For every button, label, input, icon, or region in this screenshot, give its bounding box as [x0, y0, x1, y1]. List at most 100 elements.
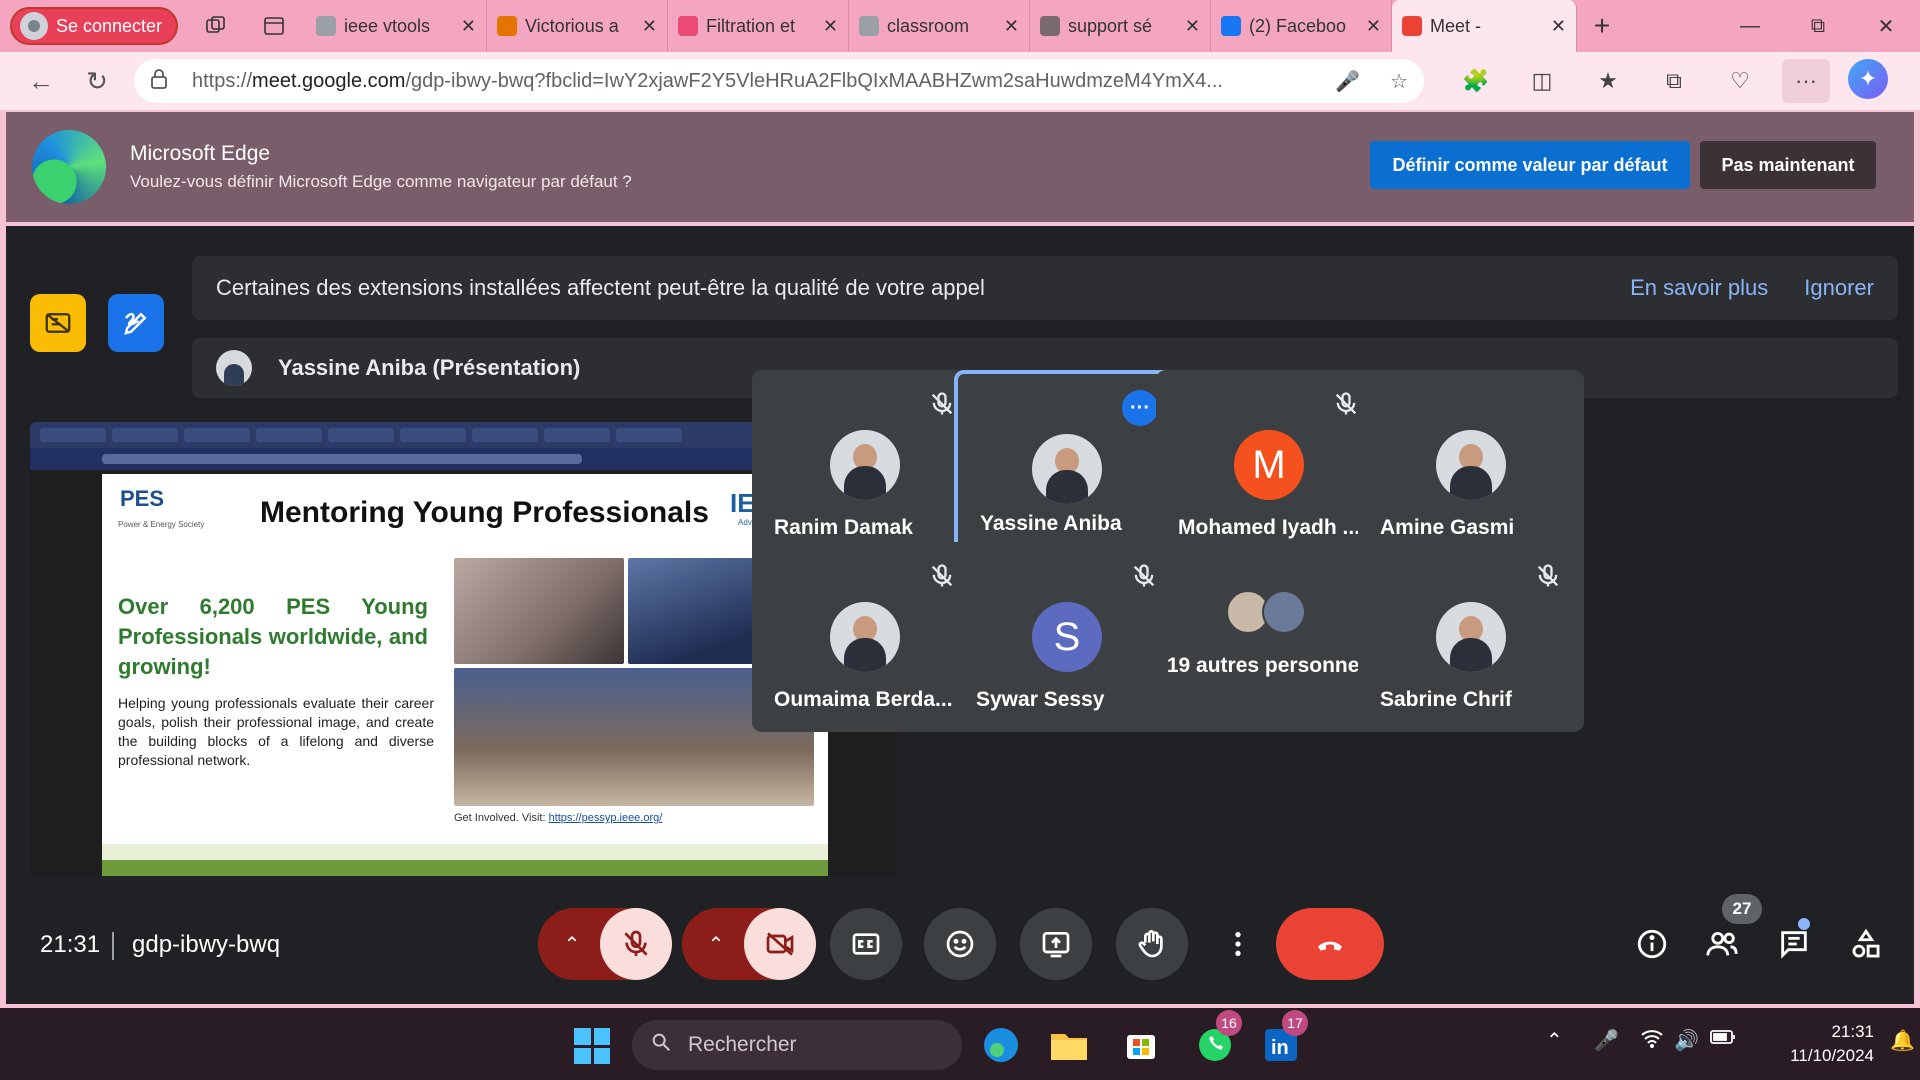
emoji-reaction-button[interactable]	[924, 908, 996, 980]
tile-options-icon[interactable]: ···	[1122, 390, 1158, 426]
browser-tab[interactable]: support sé ✕	[1030, 0, 1211, 52]
close-tab-icon[interactable]: ✕	[1004, 16, 1019, 37]
close-tab-icon[interactable]: ✕	[642, 16, 657, 37]
close-tab-icon[interactable]: ✕	[461, 16, 476, 37]
favorites-icon[interactable]: ★	[1584, 59, 1632, 103]
taskbar-search[interactable]: Rechercher	[632, 1020, 962, 1070]
chat-notification-dot	[1798, 918, 1810, 930]
url-field[interactable]: https://meet.google.com/gdp-ibwy-bwq?fbc…	[134, 59, 1424, 103]
notification-bell-icon[interactable]: 🔔	[1890, 1028, 1915, 1053]
participant-name: Ranim Damak	[774, 516, 913, 539]
clock-date: 11/10/2024	[1790, 1046, 1874, 1065]
tab-title: Filtration et	[706, 15, 796, 36]
profile-button[interactable]: Se connecter	[10, 7, 178, 45]
collections-icon[interactable]: ⧉	[1650, 59, 1698, 103]
back-arrow-icon[interactable]: ←	[18, 58, 64, 104]
warning-message: Certaines des extensions installées affe…	[216, 275, 985, 300]
participant-tile[interactable]: S Sywar Sessy	[954, 542, 1180, 732]
close-tab-icon[interactable]: ✕	[1366, 16, 1381, 37]
slide-body: Helping young professionals evaluate the…	[118, 695, 434, 768]
browser-tab-strip: Se connecter ieee vtools ✕ Victorious a ✕ Fi…	[0, 0, 1920, 52]
tab-actions-icon[interactable]	[254, 6, 294, 46]
tab-title: Victorious a	[525, 15, 619, 36]
workspaces-icon[interactable]	[196, 6, 236, 46]
participant-name: Sywar Sessy	[976, 688, 1105, 711]
browser-tab[interactable]: ieee vtools ✕	[306, 0, 487, 52]
camera-off-button[interactable]	[744, 908, 816, 980]
participant-avatar	[830, 602, 900, 672]
not-now-button[interactable]: Pas maintenant	[1700, 141, 1876, 189]
chat-icon[interactable]	[1768, 918, 1820, 970]
activities-icon[interactable]	[1840, 918, 1892, 970]
participant-tile[interactable]: Ranim Damak	[752, 370, 978, 560]
extensions-icon[interactable]: 🧩	[1452, 59, 1500, 103]
camera-off-indicator-icon[interactable]	[30, 294, 86, 352]
tab-title: (2) Faceboo	[1249, 15, 1347, 36]
search-icon	[859, 16, 879, 36]
browser-tab[interactable]: Victorious a ✕	[487, 0, 668, 52]
participant-tile[interactable]: M Mohamed Iyadh ...	[1156, 370, 1382, 560]
raise-hand-button[interactable]	[1116, 908, 1188, 980]
captions-button[interactable]	[830, 908, 902, 980]
restore-button[interactable]: ⧉	[1784, 0, 1852, 52]
split-screen-icon[interactable]: ◫	[1518, 59, 1566, 103]
reload-icon[interactable]: ↻	[74, 58, 120, 104]
browser-tab[interactable]: (2) Faceboo ✕	[1211, 0, 1392, 52]
camera-control: ⌃	[682, 908, 816, 980]
meeting-info-icon[interactable]	[1626, 918, 1678, 970]
search-icon	[316, 16, 336, 36]
more-options-button[interactable]	[1214, 908, 1262, 980]
audio-options-chevron-icon[interactable]: ⌃	[552, 908, 592, 980]
new-tab-button[interactable]: +	[1577, 10, 1627, 42]
paint-icon	[497, 16, 517, 36]
slide-title: Mentoring Young Professionals	[260, 496, 709, 529]
participant-tile[interactable]: Sabrine Chrif	[1358, 542, 1584, 732]
learn-more-link[interactable]: En savoir plus	[1630, 275, 1768, 301]
close-tab-icon[interactable]: ✕	[823, 16, 838, 37]
close-tab-icon[interactable]: ✕	[1551, 16, 1566, 37]
microphone-icon[interactable]: 🎤	[1335, 69, 1360, 94]
wifi-icon[interactable]	[1640, 1028, 1664, 1054]
app-icon	[678, 16, 698, 36]
minimize-button[interactable]: —	[1716, 0, 1784, 52]
more-menu-icon[interactable]: ···	[1782, 59, 1830, 103]
leave-call-button[interactable]	[1276, 908, 1384, 980]
participant-tile[interactable]: Amine Gasmi	[1358, 370, 1584, 560]
start-button[interactable]	[574, 1028, 610, 1064]
file-explorer-icon[interactable]	[1044, 1020, 1094, 1070]
tab-title: support sé	[1068, 15, 1153, 36]
dismiss-link[interactable]: Ignorer	[1804, 275, 1874, 301]
present-screen-button[interactable]	[1020, 908, 1092, 980]
close-window-button[interactable]: ✕	[1852, 0, 1920, 52]
banner-message: Voulez-vous définir Microsoft Edge comme…	[130, 172, 632, 191]
participant-name: Mohamed Iyadh ...	[1178, 516, 1361, 539]
edge-taskbar-icon[interactable]	[976, 1020, 1026, 1070]
people-icon[interactable]	[1696, 918, 1748, 970]
participant-tile[interactable]: Yassine Aniba ···	[954, 370, 1180, 560]
default-browser-banner: Microsoft Edge Voulez-vous définir Micro…	[6, 112, 1914, 222]
video-options-chevron-icon[interactable]: ⌃	[696, 908, 736, 980]
browser-tab[interactable]: Meet - ✕	[1392, 0, 1577, 52]
battery-icon[interactable]	[1710, 1028, 1736, 1051]
address-bar-row: ← ↻ https://meet.google.com/gdp-ibwy-bwq…	[0, 52, 1920, 110]
close-tab-icon[interactable]: ✕	[1185, 16, 1200, 37]
microphone-tray-icon[interactable]: 🎤	[1594, 1028, 1619, 1053]
browser-tab[interactable]: classroom ✕	[849, 0, 1030, 52]
browser-tab[interactable]: Filtration et ✕	[668, 0, 849, 52]
tab-list: ieee vtools ✕ Victorious a ✕ Filtration et ✕ c…	[306, 0, 1577, 52]
set-default-button[interactable]: Définir comme valeur par défaut	[1370, 141, 1690, 189]
whiteboard-icon[interactable]	[108, 294, 164, 352]
window-controls: — ⧉ ✕	[1716, 0, 1920, 52]
favorite-star-icon[interactable]: ☆	[1390, 69, 1408, 94]
microsoft-store-icon[interactable]	[1116, 1020, 1166, 1070]
participant-avatar	[1436, 602, 1506, 672]
microphone-off-button[interactable]	[600, 908, 672, 980]
browser-essentials-icon[interactable]: ♡	[1716, 59, 1764, 103]
participant-tile[interactable]: 19 autres personnes	[1156, 542, 1382, 732]
copilot-icon[interactable]: ✦	[1848, 59, 1888, 99]
participant-tile[interactable]: Oumaima Berda...	[752, 542, 978, 732]
system-clock[interactable]: 21:31 11/10/2024	[1762, 1020, 1874, 1068]
show-hidden-icons-chevron-icon[interactable]: ⌃	[1546, 1028, 1563, 1053]
volume-icon[interactable]: 🔊	[1674, 1028, 1699, 1053]
meeting-time: 21:31	[40, 931, 101, 958]
